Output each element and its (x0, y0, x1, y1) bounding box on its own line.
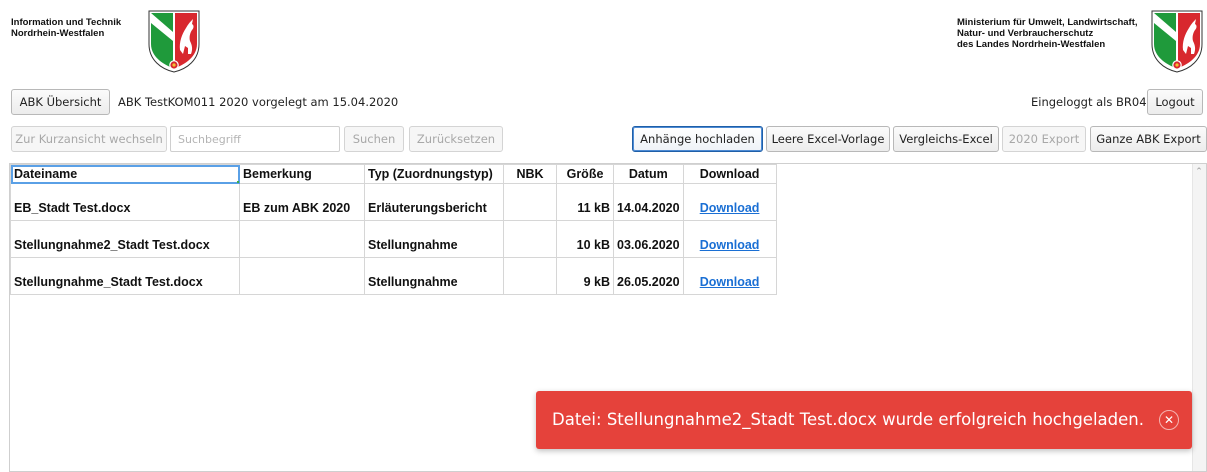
download-link[interactable]: Download (700, 275, 760, 289)
cell-filename[interactable]: Stellungnahme2_Stadt Test.docx (10, 220, 240, 258)
download-link[interactable]: Download (700, 201, 760, 215)
column-header-remark[interactable]: Bemerkung (239, 164, 365, 184)
cell-nbk[interactable] (503, 257, 557, 295)
cell-size[interactable]: 11 kB (556, 183, 614, 221)
cell-size[interactable]: 9 kB (556, 257, 614, 295)
left-org-line-1: Information und Technik (11, 17, 122, 28)
column-header-size[interactable]: Größe (556, 164, 614, 184)
right-organization-name: Ministerium für Umwelt, Landwirtschaft, … (957, 17, 1138, 50)
cell-date[interactable]: 03.06.2020 (613, 220, 684, 258)
cell-nbk[interactable] (503, 183, 557, 221)
cell-date[interactable]: 14.04.2020 (613, 183, 684, 221)
short-view-button[interactable]: Zur Kurzansicht wechseln (11, 126, 167, 152)
upload-success-toast: Datei: Stellungnahme2_Stadt Test.docx wu… (536, 391, 1192, 449)
search-input[interactable] (170, 126, 340, 152)
table-row: EB_Stadt Test.docx EB zum ABK 2020 Erläu… (10, 183, 777, 221)
cell-filename[interactable]: EB_Stadt Test.docx (10, 183, 240, 221)
toast-message: Datei: Stellungnahme2_Stadt Test.docx wu… (552, 410, 1144, 429)
cell-type[interactable]: Stellungnahme (364, 257, 504, 295)
cell-download: Download (682, 183, 777, 221)
table-header-row: Dateiname Bemerkung Typ (Zuordnungstyp) … (10, 164, 777, 184)
cell-type[interactable]: Erläuterungsbericht (364, 183, 504, 221)
cell-date[interactable]: 26.05.2020 (613, 257, 684, 295)
logout-button[interactable]: Logout (1147, 89, 1203, 115)
cell-type[interactable]: Stellungnahme (364, 220, 504, 258)
right-org-line-2: Natur- und Verbraucherschutz (957, 28, 1094, 39)
table-row: Stellungnahme_Stadt Test.docx Stellungna… (10, 257, 777, 295)
nrw-coat-of-arms-icon (1151, 10, 1203, 73)
vertical-scrollbar[interactable]: ⌃ (1192, 164, 1206, 471)
cell-download: Download (682, 220, 777, 258)
abk-overview-button[interactable]: ABK Übersicht (11, 89, 110, 115)
cell-filename[interactable]: Stellungnahme_Stadt Test.docx (10, 257, 240, 295)
left-organization-name: Information und Technik Nordrhein-Westfa… (11, 17, 121, 39)
cell-download: Download (682, 257, 777, 295)
logged-in-text: Eingeloggt als BR04 (1031, 95, 1147, 109)
attachments-table: Dateiname Bemerkung Typ (Zuordnungstyp) … (10, 164, 777, 295)
cell-remark[interactable] (239, 220, 365, 258)
full-abk-export-button[interactable]: Ganze ABK Export (1090, 126, 1207, 152)
abk-context-text: ABK TestKOM011 2020 vorgelegt am 15.04.2… (118, 95, 399, 109)
export-2020-button[interactable]: 2020 Export (1002, 126, 1086, 152)
reset-button[interactable]: Zurücksetzen (409, 126, 503, 152)
left-org-line-2: Nordrhein-Westfalen (11, 28, 105, 39)
column-header-type[interactable]: Typ (Zuordnungstyp) (364, 164, 504, 184)
column-header-filename[interactable]: Dateiname (10, 164, 240, 184)
upload-attachments-button[interactable]: Anhänge hochladen (632, 126, 763, 152)
column-header-date[interactable]: Datum (613, 164, 684, 184)
chevron-up-icon[interactable]: ⌃ (1194, 167, 1204, 177)
cell-size[interactable]: 10 kB (556, 220, 614, 258)
comparison-excel-button[interactable]: Vergleichs-Excel (893, 126, 999, 152)
right-org-line-1: Ministerium für Umwelt, Landwirtschaft, (957, 17, 1138, 28)
selection-fill-handle[interactable] (237, 181, 239, 183)
close-circle-icon[interactable]: ✕ (1159, 410, 1179, 430)
cell-remark[interactable] (239, 257, 365, 295)
cell-remark[interactable]: EB zum ABK 2020 (239, 183, 365, 221)
empty-excel-template-button[interactable]: Leere Excel-Vorlage (766, 126, 890, 152)
cell-nbk[interactable] (503, 220, 557, 258)
right-org-line-3: des Landes Nordrhein-Westfalen (957, 39, 1106, 50)
search-button[interactable]: Suchen (344, 126, 404, 152)
nrw-coat-of-arms-icon (148, 10, 200, 73)
download-link[interactable]: Download (700, 238, 760, 252)
column-header-nbk[interactable]: NBK (503, 164, 557, 184)
table-row: Stellungnahme2_Stadt Test.docx Stellungn… (10, 220, 777, 258)
column-header-download[interactable]: Download (682, 164, 777, 184)
